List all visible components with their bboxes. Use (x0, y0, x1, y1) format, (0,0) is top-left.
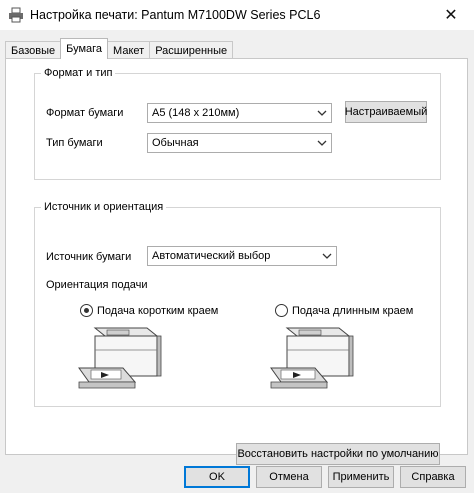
paper-source-value: Автоматический выбор (152, 250, 271, 262)
print-settings-dialog: Базовые Бумага Макет Расширенные Формат … (0, 30, 474, 493)
paper-type-label: Тип бумаги (46, 137, 103, 149)
custom-size-button[interactable]: Настраиваемый (345, 101, 427, 123)
tab-layout[interactable]: Макет (107, 41, 151, 59)
short-edge-option[interactable]: Подача коротким краем (80, 304, 218, 317)
chevron-down-icon (322, 250, 332, 262)
format-type-group-label: Формат и тип (41, 67, 116, 79)
paper-size-label: Формат бумаги (46, 107, 124, 119)
feed-orientation-label: Ориентация подачи (46, 279, 148, 291)
help-button[interactable]: Справка (400, 466, 466, 488)
printer-short-edge-illustration (78, 327, 162, 389)
paper-size-value: A5 (148 x 210мм) (152, 107, 240, 119)
close-icon[interactable]: ✕ (428, 0, 474, 30)
tab-basic[interactable]: Базовые (5, 41, 62, 59)
title-bar: Настройка печати: Pantum M7100DW Series … (0, 0, 474, 30)
paper-source-label: Источник бумаги (46, 251, 132, 263)
printer-long-edge-illustration (270, 327, 354, 389)
format-type-group: Формат и тип Формат бумаги A5 (148 x 210… (34, 67, 441, 180)
restore-defaults-button[interactable]: Восстановить настройки по умолчанию (236, 443, 440, 465)
tab-paper[interactable]: Бумага (60, 38, 109, 59)
tab-strip: Базовые Бумага Макет Расширенные (5, 37, 234, 59)
long-edge-radio[interactable] (275, 304, 288, 317)
long-edge-option[interactable]: Подача длинным краем (275, 304, 413, 317)
chevron-down-icon (317, 137, 327, 149)
paper-size-select[interactable]: A5 (148 x 210мм) (147, 103, 332, 123)
paper-source-select[interactable]: Автоматический выбор (147, 246, 337, 266)
printer-icon (8, 7, 24, 23)
tab-advanced[interactable]: Расширенные (149, 41, 234, 59)
paper-type-select[interactable]: Обычная (147, 133, 332, 153)
paper-type-value: Обычная (152, 137, 199, 149)
cancel-button[interactable]: Отмена (256, 466, 322, 488)
short-edge-label: Подача коротким краем (97, 304, 219, 317)
source-orientation-group-label: Источник и ориентация (41, 201, 167, 213)
source-orientation-group: Источник и ориентация Источник бумаги Ав… (34, 201, 441, 407)
long-edge-label: Подача длинным краем (292, 304, 414, 317)
ok-button[interactable]: OK (184, 466, 250, 488)
chevron-down-icon (317, 107, 327, 119)
paper-tab-panel: Формат и тип Формат бумаги A5 (148 x 210… (5, 58, 468, 465)
window-title: Настройка печати: Pantum M7100DW Series … (30, 8, 321, 22)
short-edge-radio[interactable] (80, 304, 93, 317)
apply-button[interactable]: Применить (328, 466, 394, 488)
